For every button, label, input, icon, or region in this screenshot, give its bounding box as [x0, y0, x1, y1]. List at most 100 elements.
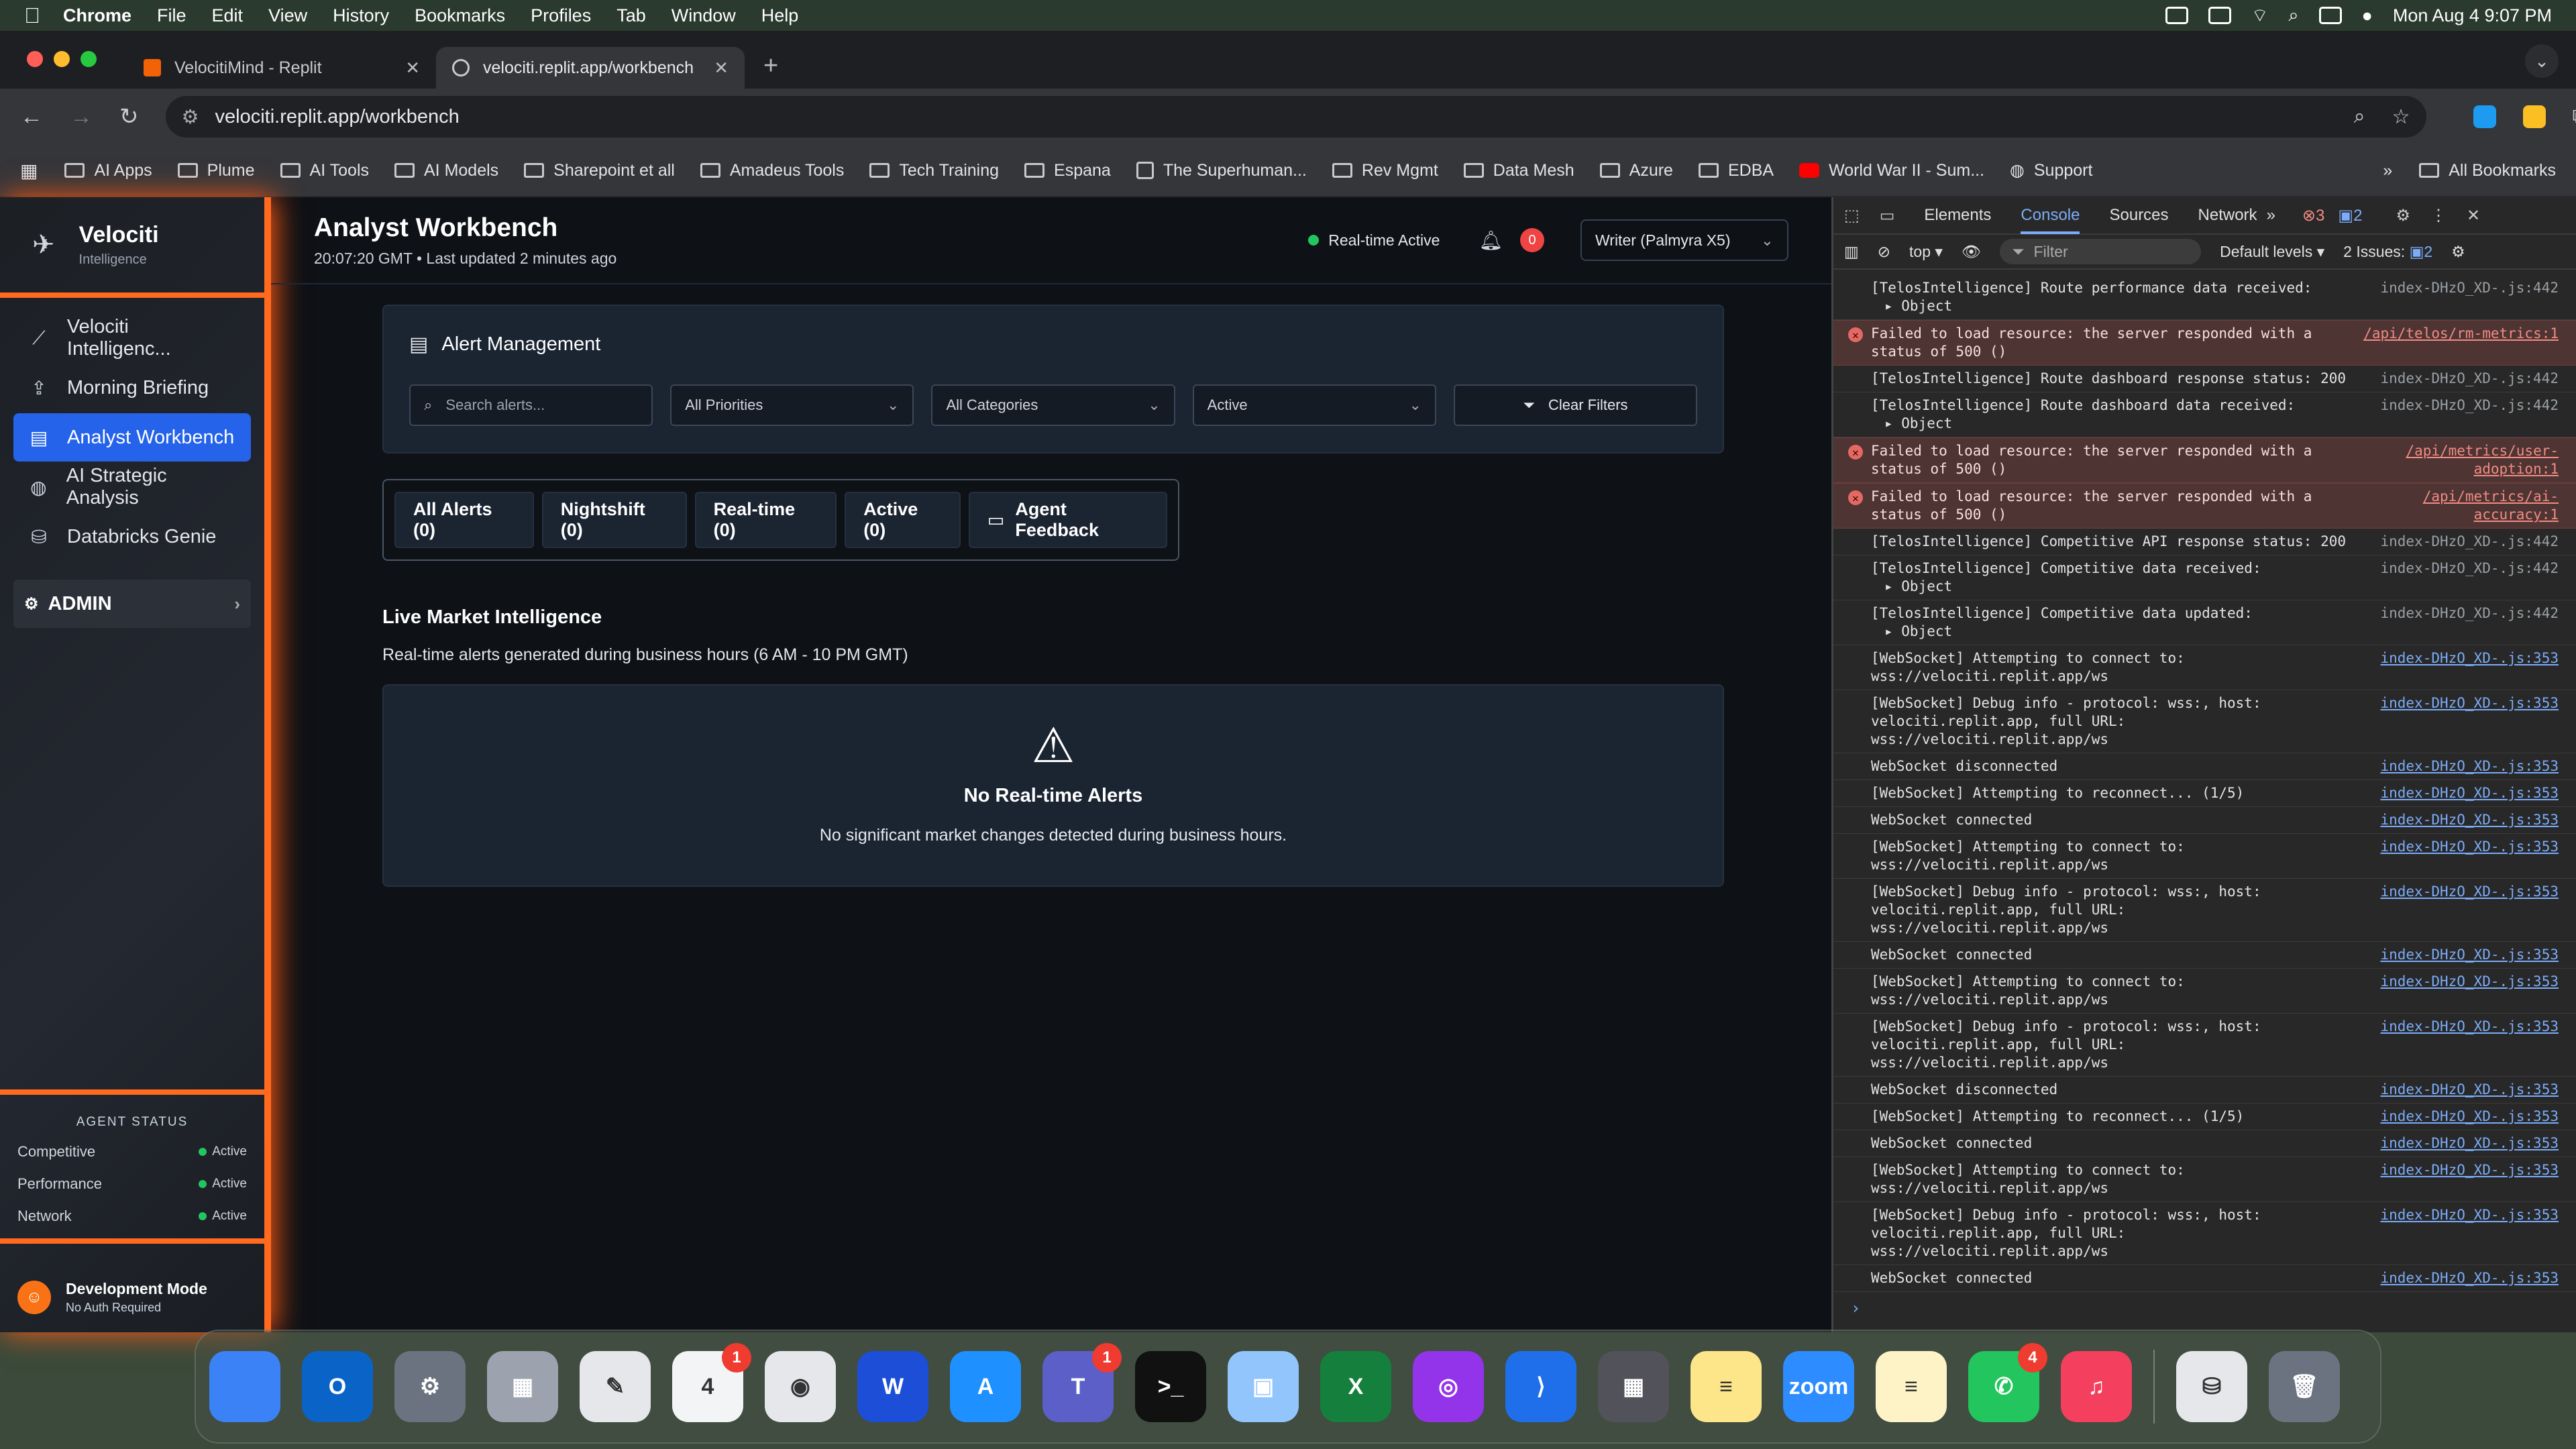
object-expander[interactable]: ▸ Object [1871, 623, 2357, 641]
notification-badge[interactable]: 0 [1520, 228, 1544, 252]
database-app-icon[interactable]: ⛁ [2176, 1351, 2247, 1422]
devtools-tab-network[interactable]: Network [2198, 206, 2257, 225]
console-source-link[interactable]: index-DHzO_XD-.js:353 [2357, 1161, 2559, 1197]
console-source-link[interactable]: /api/telos/rm-metrics:1 [2357, 325, 2559, 361]
message-count-badge[interactable]: ▣2 [2338, 206, 2362, 225]
bookmark-folder[interactable]: Sharepoint et all [524, 161, 675, 180]
word-icon[interactable]: W [857, 1351, 928, 1422]
search-alerts-input[interactable]: ⌕ Search alerts... [409, 384, 653, 426]
tab-all-alerts[interactable]: All Alerts (0) [394, 492, 534, 548]
issues-link[interactable]: 2 Issues: ▣2 [2343, 243, 2432, 261]
vscode-icon[interactable]: ⟩ [1505, 1351, 1576, 1422]
menu-view[interactable]: View [268, 5, 307, 26]
podcasts-icon[interactable]: ◎ [1413, 1351, 1484, 1422]
console-source-link[interactable]: /api/metrics/user-adoption:1 [2357, 442, 2559, 478]
stickies-icon[interactable]: ≡ [1690, 1351, 1762, 1422]
address-bar[interactable]: ⚙ velociti.replit.app/workbench ⌕ ☆ [165, 96, 2426, 138]
console-source-link[interactable]: index-DHzO_XD-.js:442 [2357, 370, 2559, 388]
system-settings-icon[interactable]: ⚙ [394, 1351, 466, 1422]
bookmark-folder[interactable]: Plume [177, 161, 255, 180]
model-select[interactable]: Writer (Palmyra X5) ⌄ [1580, 219, 1788, 261]
live-expression-eye-icon[interactable]: 👁︎ [1962, 243, 1981, 261]
category-select[interactable]: All Categories ⌄ [931, 384, 1175, 426]
calculator-icon[interactable]: ▦ [1598, 1351, 1669, 1422]
menu-app-name[interactable]: Chrome [63, 5, 131, 26]
sidebar-item-morning-briefing[interactable]: ⇪ Morning Briefing [13, 364, 251, 412]
bookmark-folder[interactable]: Amadeus Tools [700, 161, 844, 180]
zoom-icon[interactable]: ⌕ [2354, 105, 2365, 129]
tab-workbench[interactable]: velociti.replit.app/workbench ✕ [436, 47, 745, 89]
admin-menu-button[interactable]: ⚙ ADMIN › [13, 580, 251, 628]
brand-header[interactable]: ✈ Velociti Intelligence [0, 197, 264, 298]
finder-icon[interactable] [209, 1351, 280, 1422]
devtools-tab-elements[interactable]: Elements [1924, 206, 1991, 225]
tab-realtime[interactable]: Real-time (0) [694, 492, 837, 548]
app-store-icon[interactable]: A [950, 1351, 1021, 1422]
object-expander[interactable]: ▸ Object [1871, 578, 2357, 596]
device-toolbar-icon[interactable]: ▭ [1880, 206, 1895, 225]
tab-nightshift[interactable]: Nightshift (0) [541, 492, 687, 548]
new-tab-button[interactable]: + [763, 52, 778, 80]
console-source-link[interactable]: index-DHzO_XD-.js:353 [2357, 649, 2559, 686]
bookmark-folder[interactable]: AI Models [394, 161, 498, 180]
console-source-link[interactable]: index-DHzO_XD-.js:353 [2357, 1018, 2559, 1072]
textedit-icon[interactable]: ✎ [580, 1351, 651, 1422]
zoom-window-button[interactable] [80, 51, 97, 67]
battery-icon[interactable] [2208, 7, 2232, 24]
devtools-close-icon[interactable]: ✕ [2467, 206, 2480, 225]
bookmark-folder[interactable]: EDBA [1698, 161, 1774, 180]
tab-search-chevron-icon[interactable]: ⌄ [2525, 44, 2559, 78]
all-bookmarks[interactable]: All Bookmarks [2419, 161, 2556, 180]
more-tabs-icon[interactable]: » [2267, 206, 2275, 225]
console-prompt[interactable]: › [1833, 1292, 2576, 1324]
bookmark-folder[interactable]: Tech Training [869, 161, 999, 180]
console-source-link[interactable]: index-DHzO_XD-.js:353 [2357, 883, 2559, 937]
devtools-settings-icon[interactable]: ⚙ [2396, 206, 2410, 225]
console-source-link[interactable]: index-DHzO_XD-.js:353 [2357, 1108, 2559, 1126]
extensions-puzzle-icon[interactable]: ⧉ [2573, 105, 2576, 128]
site-info-icon[interactable]: ⚙ [182, 105, 199, 129]
apple-menu-icon[interactable]:  [24, 3, 40, 28]
calendar-icon[interactable]: 41 [672, 1343, 751, 1422]
console-source-link[interactable]: index-DHzO_XD-.js:442 [2357, 559, 2559, 596]
object-expander[interactable]: ▸ Object [1871, 415, 2357, 433]
console-source-link[interactable]: index-DHzO_XD-.js:442 [2357, 533, 2559, 551]
close-window-button[interactable] [27, 51, 43, 67]
sidebar-item-velociti-intelligence[interactable]: ⟋ Velociti Intelligenc... [13, 314, 251, 362]
url-text[interactable]: velociti.replit.app/workbench [215, 106, 460, 128]
menu-profiles[interactable]: Profiles [531, 5, 591, 26]
console-filter-input[interactable]: ⏷ Filter [2000, 239, 2202, 264]
zoom-icon[interactable]: zoom [1783, 1351, 1854, 1422]
bookmark-link[interactable]: ◍ Support [2010, 160, 2092, 180]
console-source-link[interactable]: index-DHzO_XD-.js:353 [2357, 973, 2559, 1009]
sidebar-item-ai-strategic-analysis[interactable]: ◍ AI Strategic Analysis [13, 463, 251, 511]
bookmark-folder[interactable]: Espana [1024, 161, 1111, 180]
extension-2-icon[interactable] [2522, 105, 2546, 128]
console-settings-icon[interactable]: ⚙ [2451, 243, 2465, 261]
sidebar-item-databricks-genie[interactable]: ⛁ Databricks Genie [13, 513, 251, 561]
bookmark-folder[interactable]: Rev Mgmt [1332, 161, 1438, 180]
console-source-link[interactable]: index-DHzO_XD-.js:353 [2357, 1269, 2559, 1287]
devtools-menu-icon[interactable]: ⋮ [2430, 206, 2447, 225]
status-select[interactable]: Active ⌄ [1192, 384, 1436, 426]
bookmark-link[interactable]: The Superhuman... [1136, 161, 1307, 180]
console-source-link[interactable]: index-DHzO_XD-.js:353 [2357, 757, 2559, 775]
error-count-badge[interactable]: ⊗3 [2302, 206, 2324, 225]
devtools-tab-sources[interactable]: Sources [2109, 206, 2168, 225]
close-tab-icon[interactable]: ✕ [714, 58, 729, 78]
tab-replit[interactable]: VelocitiMind - Replit ✕ [127, 47, 436, 89]
menu-history[interactable]: History [333, 5, 389, 26]
teams-icon[interactable]: T1 [1042, 1343, 1122, 1422]
console-source-link[interactable]: index-DHzO_XD-.js:353 [2357, 946, 2559, 964]
menubar-clock[interactable]: Mon Aug 4 9:07 PM [2393, 5, 2552, 26]
devtools-tab-console[interactable]: Console [2021, 206, 2080, 234]
console-source-link[interactable]: index-DHzO_XD-.js:353 [2357, 838, 2559, 874]
bookmark-folder[interactable]: Data Mesh [1463, 161, 1574, 180]
control-center-icon[interactable] [2318, 7, 2342, 24]
bell-icon[interactable]: 🔔︎ [1479, 229, 1503, 252]
extension-1-icon[interactable] [2473, 105, 2496, 128]
outlook-icon[interactable]: O [302, 1351, 373, 1422]
minimize-window-button[interactable] [54, 51, 70, 67]
menu-help[interactable]: Help [761, 5, 799, 26]
console-source-link[interactable]: index-DHzO_XD-.js:442 [2357, 604, 2559, 641]
